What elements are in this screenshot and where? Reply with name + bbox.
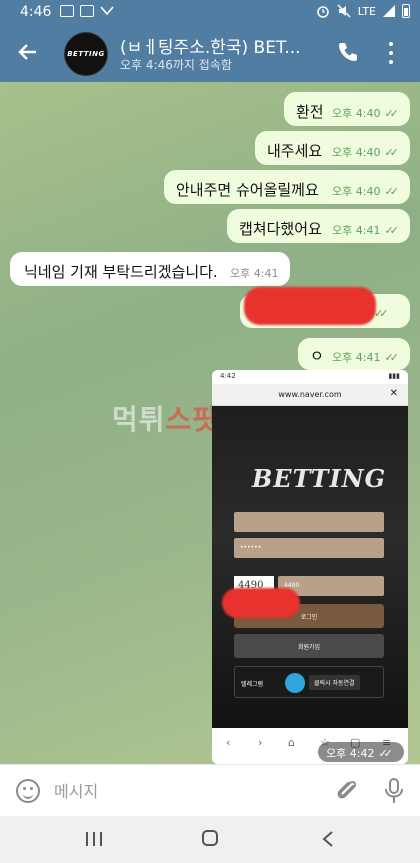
read-checkmark-icon: ✓✓ (384, 185, 399, 198)
system-nav-bar (0, 816, 420, 863)
screenshot-url-bar: www.naver.com ✕ (212, 384, 408, 406)
message-bubble-outgoing[interactable]: 안내주면 슈어올릴께요 오후 4:40 ✓✓ (164, 170, 410, 204)
back-arrow-icon[interactable] (16, 40, 40, 64)
message-text: 닉네임 기재 부탁드리겠습니다. (24, 263, 218, 281)
home-icon[interactable] (202, 830, 218, 846)
read-checkmark-icon: ✓✓ (384, 107, 399, 120)
message-bubble-outgoing[interactable]: 환전 오후 4:40 ✓✓ (284, 92, 410, 126)
read-checkmark-icon: ✓✓ (384, 146, 399, 159)
battery-icon (402, 4, 410, 18)
watermark: 먹튀스팟 (112, 403, 220, 436)
recent-apps-icon[interactable] (86, 832, 102, 846)
image-message[interactable]: 4:42 ▮▮▮ www.naver.com ✕ BETTING •••••• 44… (212, 370, 408, 764)
status-time: 4:46 (20, 4, 52, 20)
screenshot-status-bar: 4:42 ▮▮▮ (212, 370, 408, 384)
chat-area[interactable]: 먹튀스팟 환전 오후 4:40 ✓✓ 내주세요 오후 4:40 ✓✓ 안내주면 슈어… (0, 82, 420, 764)
message-time: 오후 4:42 (326, 747, 375, 760)
back-icon[interactable] (320, 830, 336, 848)
image-time-badge: 오후 4:42 ✓✓ (318, 742, 404, 762)
avatar[interactable]: BETTING (64, 32, 108, 76)
message-time: 오후 4:40 (332, 146, 381, 159)
image-icon (60, 5, 74, 17)
screenshot-id-field (234, 512, 384, 532)
paperclip-icon[interactable] (334, 777, 360, 805)
avatar-logo-text: BETTING (67, 50, 105, 58)
screenshot-join-button: 회원가입 (234, 634, 384, 658)
message-text: 환전 (296, 103, 324, 121)
message-bubble-outgoing[interactable]: ㅇ 오후 4:41 ✓✓ (298, 338, 410, 370)
telegram-icon (285, 673, 305, 693)
message-text: 내주세요 (267, 142, 323, 160)
site-logo: BETTING (252, 464, 387, 493)
chat-last-seen: 오후 4:46까지 접속함 (120, 58, 232, 72)
message-time: 오후 4:41 (332, 351, 381, 364)
network-label: LTE (357, 4, 376, 18)
emoji-icon[interactable] (16, 779, 40, 803)
message-bubble-outgoing[interactable]: 캡쳐다했어요 오후 4:41 ✓✓ (227, 209, 410, 243)
microphone-icon[interactable] (382, 777, 406, 805)
screenshot-password-field: •••••• (234, 538, 384, 558)
chat-title[interactable]: (ㅂㅔ팅주소.한국) BET... (120, 33, 320, 58)
message-text: 캡쳐다했어요 (239, 220, 322, 238)
close-icon: ✕ (389, 388, 398, 399)
screenshot-telegram-bar: 텔레그램 클릭시 자동연결 (234, 666, 384, 698)
read-checkmark-icon: ✓✓ (384, 351, 399, 364)
alarm-icon (316, 6, 329, 18)
message-text: 안내주면 슈어올릴께요 (176, 181, 319, 199)
message-time: 오후 4:40 (332, 185, 381, 198)
signal-icon (383, 5, 395, 17)
message-bubble-incoming[interactable]: 닉네임 기재 부탁드리겠습니다. 오후 4:41 (10, 252, 290, 286)
read-checkmark-icon: ✓✓ (384, 224, 399, 237)
message-input-bar (0, 764, 420, 816)
message-time: 오후 4:41 (230, 267, 279, 280)
missed-call-icon (100, 6, 114, 16)
read-checkmark-icon: ✓✓ (378, 747, 393, 760)
message-bubble-outgoing[interactable]: 내주세요 오후 4:40 ✓✓ (255, 131, 410, 165)
more-menu-icon[interactable] (388, 42, 394, 64)
chat-header: BETTING (ㅂㅔ팅주소.한국) BET... 오후 4:46까지 접속함 (0, 24, 420, 82)
phone-icon[interactable] (336, 40, 360, 64)
video-icon (80, 5, 94, 17)
message-input[interactable] (54, 779, 314, 803)
redaction-mark (244, 287, 376, 325)
status-bar: 4:46 LTE (0, 0, 420, 24)
message-time: 오후 4:40 (332, 107, 381, 120)
mute-icon (337, 4, 351, 18)
redaction-mark (222, 588, 300, 618)
message-text: ㅇ (310, 347, 324, 365)
screenshot-site: BETTING •••••• 4490 4490 로그인 회원가입 텔레그램 클… (212, 406, 408, 728)
message-time: 오후 4:41 (332, 224, 381, 237)
